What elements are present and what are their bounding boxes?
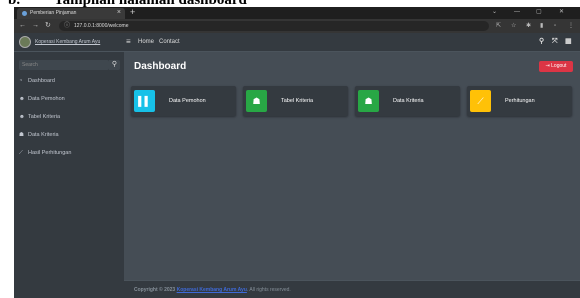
footer: Copyright © 2023 Koperasi Kembang Arum A… xyxy=(124,280,580,298)
sidebar-item-data-kriteria[interactable]: ☗ Data Kriteria xyxy=(19,129,59,141)
grid-icon[interactable]: ▦ xyxy=(565,33,572,51)
info-icon: ⓘ xyxy=(64,23,71,29)
dashboard-icon: ◔ xyxy=(19,78,23,84)
book-icon: ▌▌ xyxy=(134,90,155,112)
nav-link-contact[interactable]: Contact xyxy=(159,33,180,51)
logout-button[interactable]: ⇥ Logout xyxy=(539,61,573,72)
card-label: Tabel Kriteria xyxy=(281,98,314,104)
document-heading: b. Tampilan halaman dashboard xyxy=(8,0,247,8)
page-title: Dashboard xyxy=(134,61,187,72)
share-icon[interactable]: ⇱ xyxy=(496,20,501,32)
user-circle-icon: ☻ xyxy=(19,96,25,102)
browser-window: Pemberian Pinjaman × + ⌄ — ▢ ✕ ← → ↻ ⓘ 1… xyxy=(14,7,580,298)
search-button-icon[interactable]: ⚲ xyxy=(109,60,120,70)
sidebar: ⚲ ◔Dashboard ☻Data Pemohon ☻Tabel Kriter… xyxy=(14,52,124,298)
window-close-icon[interactable]: ✕ xyxy=(559,7,564,18)
tab-title: Pemberian Pinjaman xyxy=(30,10,77,16)
browser-tab[interactable]: Pemberian Pinjaman × xyxy=(17,8,125,19)
users-icon: ☗ xyxy=(358,90,379,112)
brand-logo xyxy=(19,36,31,48)
fullscreen-icon[interactable]: ⤧ xyxy=(552,33,558,51)
sidebar-item-label: Data Pemohon xyxy=(28,96,65,102)
tab-strip: Pemberian Pinjaman × + ⌄ — ▢ ✕ xyxy=(14,7,580,19)
url-text: 127.0.0.1:8000/welcome xyxy=(74,23,129,29)
address-bar: ← → ↻ ⓘ 127.0.0.1:8000/welcome ⇱ ☆ ✱ ▮ ▫… xyxy=(14,19,580,33)
search-icon[interactable]: ⚲ xyxy=(539,33,544,51)
sidebar-item-label: Tabel Kriteria xyxy=(28,114,61,120)
users-icon: ☗ xyxy=(19,132,24,138)
chevron-down-icon[interactable]: ⌄ xyxy=(492,7,497,18)
favicon-icon xyxy=(22,11,27,16)
sidebar-item-hasil-perhitungan[interactable]: ⟋ Hasil Perhitungan xyxy=(19,147,71,159)
footer-suffix: . All rights reserved. xyxy=(246,287,291,293)
main-content: Dashboard ⇥ Logout ▌▌ Data Pemohon ☗ Tab… xyxy=(124,52,580,280)
bookmark-star-icon[interactable]: ☆ xyxy=(511,20,516,32)
menu-kebab-icon[interactable]: ⋮ xyxy=(568,20,574,32)
user-circle-icon: ☻ xyxy=(19,114,25,120)
users-icon: ☗ xyxy=(246,90,267,112)
footer-org-link[interactable]: Koperasi Kembang Arum Ayu xyxy=(177,287,247,293)
card-label: Data Kriteria xyxy=(393,98,424,104)
sidebar-icon[interactable]: ▮ xyxy=(540,20,543,32)
sidebar-item-label: Hasil Perhitungan xyxy=(28,150,72,156)
new-tab-icon[interactable]: + xyxy=(130,7,135,18)
back-icon[interactable]: ← xyxy=(19,20,26,32)
profile-icon[interactable]: ▫ xyxy=(554,20,556,32)
forward-icon[interactable]: → xyxy=(32,20,39,32)
maximize-icon[interactable]: ▢ xyxy=(536,7,542,18)
top-navbar: Koperasi Kembang Arum Ayu ≡ Home Contact… xyxy=(14,33,580,52)
card-data-pemohon[interactable]: ▌▌ Data Pemohon xyxy=(131,86,236,116)
sidebar-item-dashboard[interactable]: ◔ Dashboard xyxy=(19,75,55,87)
card-label: Data Pemohon xyxy=(169,98,206,104)
footer-copyright: Copyright © 2023 xyxy=(134,287,176,293)
omnibox[interactable]: ⓘ 127.0.0.1:8000/welcome xyxy=(59,21,489,31)
search-input[interactable] xyxy=(19,60,109,70)
sidebar-item-data-pemohon[interactable]: ☻ Data Pemohon xyxy=(19,93,65,105)
reload-icon[interactable]: ↻ xyxy=(45,20,51,32)
tab-close-icon[interactable]: × xyxy=(117,8,121,18)
logout-label: Logout xyxy=(551,63,567,69)
card-data-kriteria[interactable]: ☗ Data Kriteria xyxy=(355,86,460,116)
hamburger-icon[interactable]: ≡ xyxy=(126,33,131,51)
nav-link-home[interactable]: Home xyxy=(138,33,154,51)
card-label: Perhitungan xyxy=(505,98,535,104)
heading-number: b. xyxy=(8,0,21,8)
sidebar-item-label: Data Kriteria xyxy=(28,132,59,138)
chart-line-icon: ⟋ xyxy=(470,90,491,112)
sidebar-item-label: Dashboard xyxy=(28,78,55,84)
chart-line-icon: ⟋ xyxy=(19,150,23,156)
card-perhitungan[interactable]: ⟋ Perhitungan xyxy=(467,86,572,116)
extensions-icon[interactable]: ✱ xyxy=(526,20,531,32)
card-tabel-kriteria[interactable]: ☗ Tabel Kriteria xyxy=(243,86,348,116)
minimize-icon[interactable]: — xyxy=(514,7,520,18)
sidebar-item-tabel-kriteria[interactable]: ☻ Tabel Kriteria xyxy=(19,111,60,123)
brand-link[interactable]: Koperasi Kembang Arum Ayu xyxy=(35,33,100,51)
